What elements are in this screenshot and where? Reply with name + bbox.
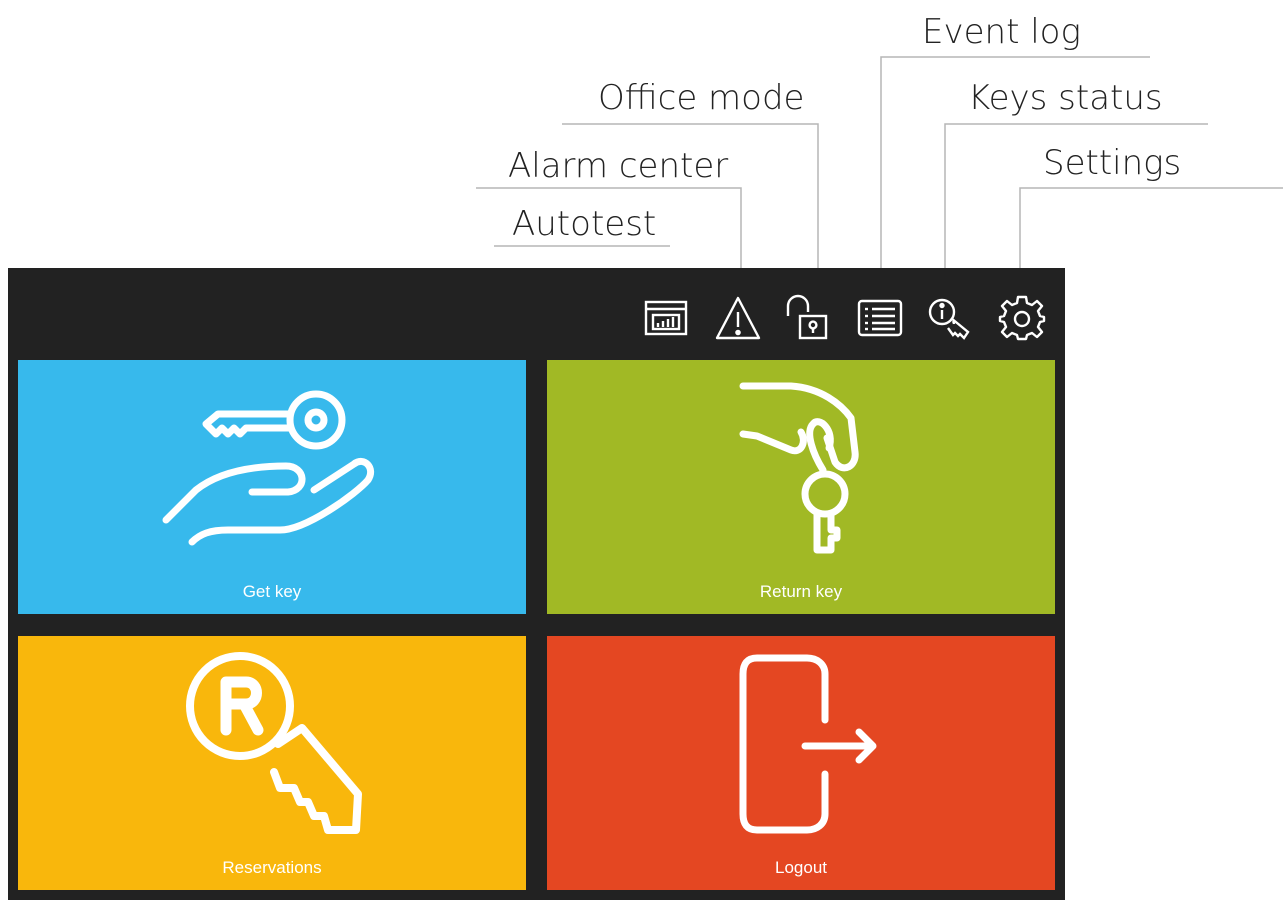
reservation-key-icon <box>186 652 362 834</box>
callout-alarm-center: Alarm center <box>508 146 729 186</box>
reservations-label: Reservations <box>222 858 322 877</box>
hand-with-key-icon <box>162 390 375 546</box>
callout-autotest: Autotest <box>512 204 657 244</box>
main-panel: Get key Return key Reservations Logout <box>8 268 1065 900</box>
logout-tile[interactable]: Logout <box>547 636 1055 890</box>
get-key-label: Get key <box>242 582 302 601</box>
hand-returning-key-icon <box>739 382 859 554</box>
callout-settings: Settings <box>1043 143 1182 183</box>
return-key-label: Return key <box>759 582 843 601</box>
callout-office-mode: Office mode <box>598 78 805 118</box>
autotest-icon[interactable] <box>642 294 690 342</box>
top-toolbar <box>8 268 1065 360</box>
return-key-tile[interactable]: Return key <box>547 360 1055 614</box>
keys-status-icon[interactable] <box>926 294 974 342</box>
callout-keys-status: Keys status <box>968 78 1163 118</box>
reservations-tile[interactable]: Reservations <box>18 636 526 890</box>
alarm-icon[interactable] <box>714 294 762 342</box>
settings-gear-icon[interactable] <box>998 294 1046 342</box>
get-key-tile[interactable]: Get key <box>18 360 526 614</box>
event-log-list-icon[interactable] <box>856 294 904 342</box>
callout-event-log: Event log <box>922 12 1081 52</box>
office-mode-lock-icon[interactable] <box>784 294 832 342</box>
logout-label: Logout <box>775 858 827 877</box>
logout-door-icon <box>739 654 877 834</box>
